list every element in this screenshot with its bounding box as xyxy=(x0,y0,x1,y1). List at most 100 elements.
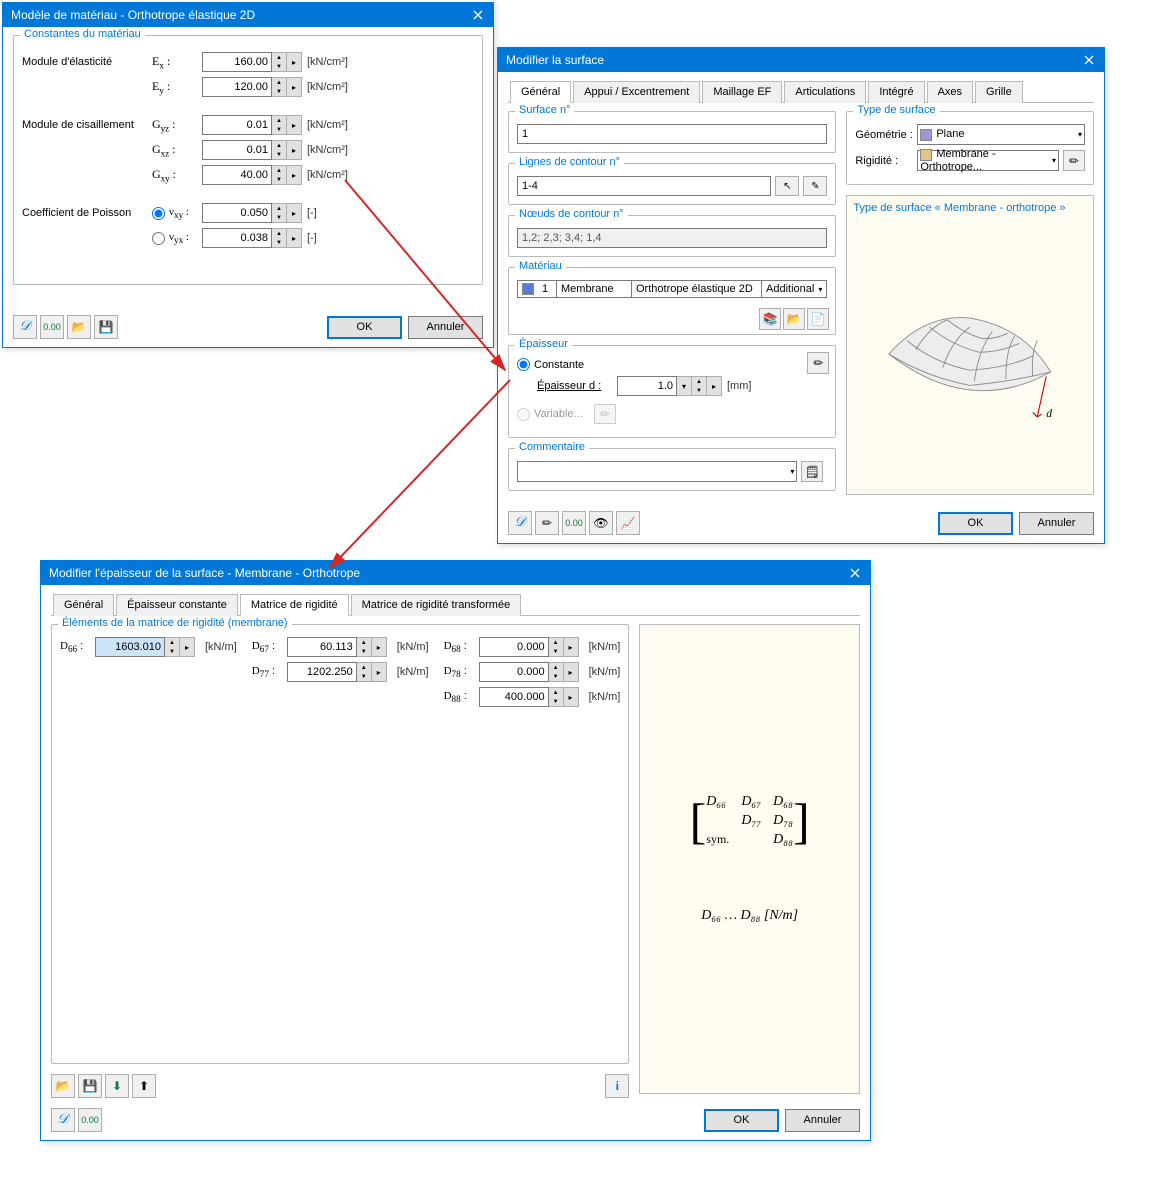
tab-stiffness-matrix[interactable]: Matrice de rigidité xyxy=(240,594,349,616)
ok-button[interactable]: OK xyxy=(704,1109,779,1132)
tab-general[interactable]: Général xyxy=(510,81,571,103)
geometry-select[interactable]: Plane▾ xyxy=(917,124,1085,145)
spinner-buttons[interactable]: ▲▼ xyxy=(165,637,180,657)
spinner-buttons[interactable]: ▲▼ xyxy=(549,637,564,657)
tab-support[interactable]: Appui / Excentrement xyxy=(573,81,700,103)
dropdown-icon[interactable]: ▸ xyxy=(287,140,302,160)
cancel-button[interactable]: Annuler xyxy=(785,1109,860,1132)
thickness-edit-icon[interactable]: ✏ xyxy=(807,352,829,374)
spinner-buttons[interactable]: ▲▼ xyxy=(357,662,372,682)
tab-const-thickness[interactable]: Épaisseur constante xyxy=(116,594,238,616)
tab-mesh[interactable]: Maillage EF xyxy=(702,81,782,103)
dropdown-icon[interactable]: ▸ xyxy=(564,662,579,682)
dropdown-icon[interactable]: ▸ xyxy=(707,376,722,396)
open-icon[interactable]: 📂 xyxy=(51,1074,75,1098)
dropdown-icon[interactable]: ▸ xyxy=(564,637,579,657)
dropdown-icon[interactable]: ▸ xyxy=(372,637,387,657)
vxy-radio[interactable] xyxy=(152,207,165,220)
spinner-buttons[interactable]: ▲▼ xyxy=(549,687,564,707)
d78-input[interactable] xyxy=(479,662,549,682)
close-icon[interactable] xyxy=(845,564,865,582)
dropdown-icon[interactable]: ▸ xyxy=(287,203,302,223)
units-icon[interactable]: 0.00 xyxy=(78,1108,102,1132)
view-icon[interactable]: 👁 xyxy=(589,511,613,535)
spinner-buttons[interactable]: ▲▼ xyxy=(272,77,287,97)
spinner-buttons[interactable]: ▲▼ xyxy=(272,140,287,160)
d77-input[interactable] xyxy=(287,662,357,682)
help-icon[interactable]: 𝒟 xyxy=(51,1108,75,1132)
comment-pick-icon[interactable]: 🗒 xyxy=(801,461,823,482)
spinner-buttons[interactable]: ▲▼ xyxy=(272,115,287,135)
dropdown-icon[interactable]: ▸ xyxy=(287,77,302,97)
close-icon[interactable] xyxy=(468,6,488,24)
thickness-d-input[interactable] xyxy=(617,376,677,396)
spinner-buttons[interactable]: ▲▼ xyxy=(272,203,287,223)
d67-input[interactable] xyxy=(287,637,357,657)
export-icon[interactable]: ⬇ xyxy=(105,1074,129,1098)
rigidity-select[interactable]: Membrane - Orthotrope...▾ xyxy=(917,150,1059,171)
cancel-button[interactable]: Annuler xyxy=(408,316,483,339)
tab-integrated[interactable]: Intégré xyxy=(868,81,924,103)
help-icon[interactable]: 𝒟 xyxy=(13,315,37,339)
gxz-input[interactable] xyxy=(202,140,272,160)
ey-input[interactable] xyxy=(202,77,272,97)
graph-icon[interactable]: 📈 xyxy=(616,511,640,535)
material-library-icon[interactable]: 📚 xyxy=(759,308,781,330)
edit-icon[interactable]: ✏ xyxy=(535,511,559,535)
new-line-icon[interactable]: ✎ xyxy=(803,176,827,196)
tab-general[interactable]: Général xyxy=(53,594,114,616)
dropdown-icon[interactable]: ▸ xyxy=(287,165,302,185)
spinner-buttons[interactable]: ▲▼ xyxy=(272,52,287,72)
material-select[interactable]: 1 Membrane Orthotrope élastique 2D Addit… xyxy=(517,280,827,298)
close-icon[interactable] xyxy=(1079,51,1099,69)
matrix-elements-group: Éléments de la matrice de rigidité (memb… xyxy=(51,624,629,1064)
dropdown-icon[interactable]: ▸ xyxy=(287,228,302,248)
comment-input[interactable]: ▾ xyxy=(517,461,797,482)
material-edit-icon[interactable]: 📂 xyxy=(783,308,805,330)
pick-icon[interactable]: ↖ xyxy=(775,176,799,196)
dropdown-icon[interactable]: ▾ xyxy=(677,376,692,396)
ok-button[interactable]: OK xyxy=(938,512,1013,535)
save-icon[interactable]: 💾 xyxy=(78,1074,102,1098)
library-icon[interactable]: 📂 xyxy=(67,315,91,339)
save-icon[interactable]: 💾 xyxy=(94,315,118,339)
import-icon[interactable]: ⬆ xyxy=(132,1074,156,1098)
surface-no-input[interactable] xyxy=(517,124,827,144)
tab-hinges[interactable]: Articulations xyxy=(784,81,866,103)
tab-grid[interactable]: Grille xyxy=(975,81,1023,103)
rigidity-edit-icon[interactable]: ✏ xyxy=(1063,150,1085,171)
titlebar[interactable]: Modifier l'épaisseur de la surface - Mem… xyxy=(41,561,870,585)
ok-button[interactable]: OK xyxy=(327,316,402,339)
dropdown-icon[interactable]: ▸ xyxy=(287,115,302,135)
ex-input[interactable] xyxy=(202,52,272,72)
d88-input[interactable] xyxy=(479,687,549,707)
spinner-buttons[interactable]: ▲▼ xyxy=(692,376,707,396)
vyx-input[interactable] xyxy=(202,228,272,248)
titlebar[interactable]: Modèle de matériau - Orthotrope élastiqu… xyxy=(3,3,493,27)
units-icon[interactable]: 0.00 xyxy=(562,511,586,535)
d68-input[interactable] xyxy=(479,637,549,657)
dropdown-icon[interactable]: ▸ xyxy=(287,52,302,72)
dropdown-icon[interactable]: ▸ xyxy=(564,687,579,707)
spinner-buttons[interactable]: ▲▼ xyxy=(549,662,564,682)
vyx-radio[interactable] xyxy=(152,232,165,245)
d66-input[interactable] xyxy=(95,637,165,657)
tab-axes[interactable]: Axes xyxy=(927,81,973,103)
spinner-buttons[interactable]: ▲▼ xyxy=(272,228,287,248)
dropdown-icon[interactable]: ▸ xyxy=(180,637,195,657)
help-icon[interactable]: 𝒟 xyxy=(508,511,532,535)
titlebar[interactable]: Modifier la surface xyxy=(498,48,1104,72)
cancel-button[interactable]: Annuler xyxy=(1019,512,1094,535)
gyz-input[interactable] xyxy=(202,115,272,135)
contour-lines-input[interactable] xyxy=(517,176,771,196)
dropdown-icon[interactable]: ▸ xyxy=(372,662,387,682)
constant-radio[interactable] xyxy=(517,358,530,371)
tab-transformed-matrix[interactable]: Matrice de rigidité transformée xyxy=(351,594,522,616)
info-icon[interactable]: i xyxy=(605,1074,629,1098)
spinner-buttons[interactable]: ▲▼ xyxy=(357,637,372,657)
gxy-input[interactable] xyxy=(202,165,272,185)
material-new-icon[interactable]: 📄 xyxy=(807,308,829,330)
spinner-buttons[interactable]: ▲▼ xyxy=(272,165,287,185)
vxy-input[interactable] xyxy=(202,203,272,223)
units-icon[interactable]: 0.00 xyxy=(40,315,64,339)
